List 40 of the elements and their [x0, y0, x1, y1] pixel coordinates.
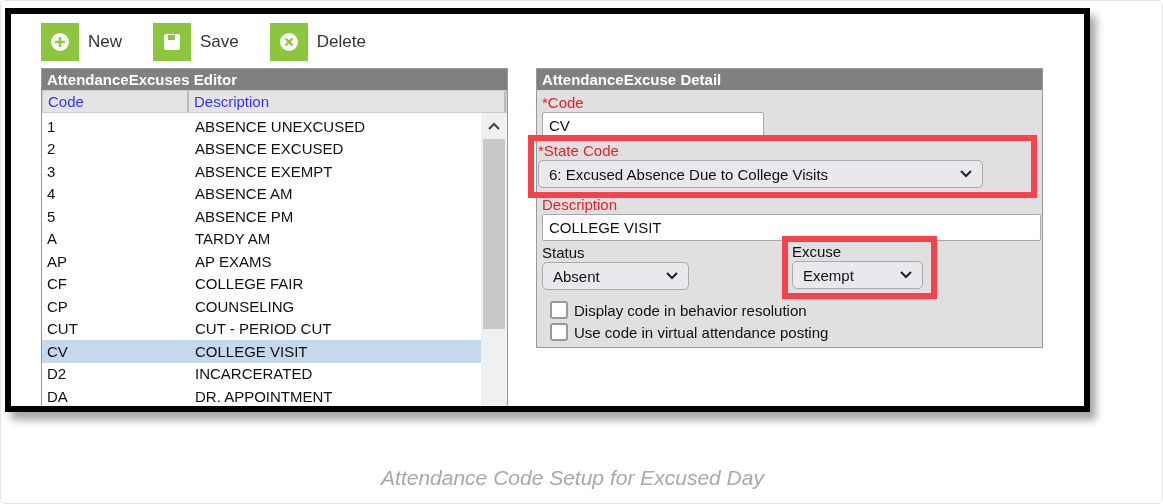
field-label: *Code [542, 94, 584, 111]
chevron-down-icon [900, 271, 912, 279]
panel-title: AttendanceExcuses Editor [42, 69, 507, 90]
table-row[interactable]: 1 ABSENCE UNEXCUSED [42, 115, 481, 138]
chevron-up-icon[interactable] [488, 122, 500, 130]
close-icon [278, 32, 299, 52]
dropdown[interactable]: 6: Excused Absence Due to College Visits [538, 160, 983, 188]
table-row[interactable]: CUT CUT - PERIOD CUT [42, 317, 481, 340]
dropdown[interactable]: Exempt [792, 261, 923, 289]
toolbar-button[interactable]: New [41, 23, 122, 61]
table-row[interactable]: 3 ABSENCE EXEMPT [42, 160, 481, 183]
chevron-down-icon [960, 170, 972, 178]
panel-title: AttendanceExcuse Detail [537, 69, 1042, 90]
table-row[interactable]: AP AP EXAMS [42, 250, 481, 273]
field-label: Status [542, 244, 585, 261]
table-row[interactable]: CV COLLEGE VISIT [42, 340, 481, 363]
dropdown[interactable]: Absent [542, 262, 689, 290]
checkbox[interactable] [550, 301, 568, 319]
table-row[interactable]: 2 ABSENCE EXCUSED [42, 137, 481, 160]
table-row[interactable]: CP COUNSELING [42, 295, 481, 318]
table-row[interactable]: 5 ABSENCE PM [42, 205, 481, 228]
column-header[interactable]: Code [43, 91, 189, 112]
plus-icon [50, 32, 70, 52]
field-label: *State Code [538, 142, 619, 159]
toolbar-button[interactable]: Save [153, 23, 239, 61]
checkbox[interactable] [550, 323, 568, 341]
table-row[interactable]: A TARDY AM [42, 227, 481, 250]
table-row[interactable]: DA DR. APPOINTMENT [42, 385, 481, 406]
checkbox-label: Use code in virtual attendance posting [574, 323, 829, 341]
table-row[interactable]: 4 ABSENCE AM [42, 182, 481, 205]
table-row[interactable]: D2 INCARCERATED [42, 362, 481, 385]
field-label: Description [542, 196, 618, 213]
caption: Attendance Code Setup for Excused Day [379, 466, 766, 490]
toolbar-button[interactable]: Delete [269, 23, 366, 61]
scrollbar[interactable] [481, 113, 507, 406]
field-label: Excuse [792, 243, 842, 260]
chevron-down-icon [666, 272, 678, 280]
checkbox-label: Display code in behavior resolution [574, 301, 807, 319]
text-field[interactable]: COLLEGE VISIT [542, 214, 1041, 241]
table-row[interactable]: CF COLLEGE FAIR [42, 272, 481, 295]
